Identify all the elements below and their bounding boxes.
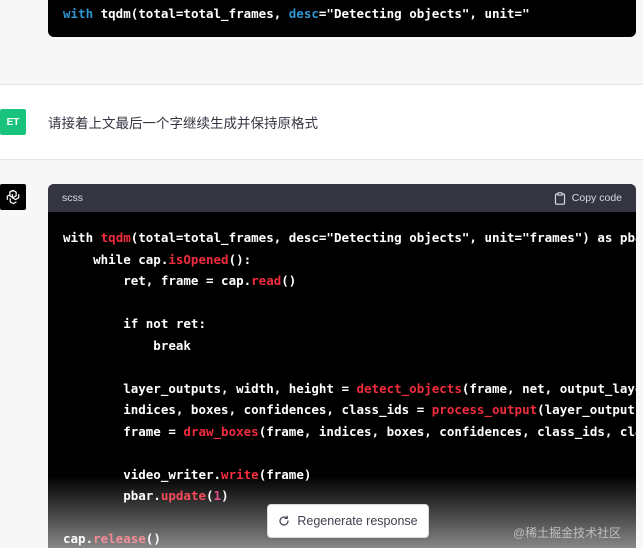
- code-text: tqdm(total=total_frames,: [93, 6, 289, 21]
- code-line: frame = draw_boxes(frame, indices, boxes…: [63, 421, 636, 443]
- code-token: if not ret:: [63, 316, 206, 331]
- code-token: ): [221, 488, 229, 503]
- code-block-header: scss Copy code: [48, 184, 636, 212]
- code-token: video_writer.: [63, 466, 222, 482]
- code-token: ret, frame = cap.: [63, 273, 252, 288]
- code-token: read: [251, 273, 282, 288]
- code-token: draw_boxes: [183, 423, 259, 439]
- code-token: (): [145, 531, 161, 546]
- code-line: video_writer.write(frame): [63, 464, 636, 486]
- watermark: @稀土掘金技术社区: [513, 526, 622, 540]
- openai-logo-icon: [0, 184, 26, 210]
- code-block: scss Copy code with tqdm(total=total_fra…: [48, 184, 636, 548]
- code-token: with: [63, 230, 101, 245]
- refresh-icon: [279, 515, 289, 526]
- code-token: pbar.: [63, 488, 161, 503]
- copy-code-label: Copy code: [571, 192, 622, 204]
- user-avatar: ET: [0, 109, 26, 135]
- code-line: with tqdm(total=total_frames, desc="Dete…: [63, 227, 636, 249]
- code-token: frame =: [63, 423, 184, 439]
- code-language-label: scss: [62, 192, 83, 204]
- code-token: 1: [213, 488, 222, 503]
- code-token: update: [160, 488, 206, 503]
- code-text: ="Detecting objects", unit=": [318, 6, 530, 21]
- code-content: with tqdm(total=total_frames, desc="Dete…: [48, 212, 636, 548]
- copy-code-button[interactable]: Copy code: [554, 191, 622, 205]
- clipboard-icon: [554, 191, 565, 205]
- code-keyword: with: [63, 6, 94, 21]
- code-token: (frame, indices, boxes, confidences, cla…: [258, 423, 636, 439]
- code-line: indices, boxes, confidences, class_ids =…: [63, 399, 636, 421]
- code-token: detect_objects: [356, 380, 462, 396]
- code-line: if not ret:: [63, 313, 636, 335]
- code-token: ():: [228, 251, 252, 267]
- code-token: (): [281, 273, 297, 288]
- assistant-message: scss Copy code with tqdm(total=total_fra…: [0, 160, 643, 548]
- code-line: while cap.isOpened():: [63, 249, 636, 271]
- code-token: indices, boxes, confidences, class_ids =: [63, 402, 432, 417]
- code-token: cap.: [63, 531, 94, 546]
- code-token: layer_outputs, width, height =: [63, 380, 357, 396]
- user-message-text: 请接着上文最后一个字继续生成并保持原格式: [48, 116, 318, 131]
- code-token: release: [93, 531, 146, 546]
- code-token: (total=total_frames, desc="Detecting obj…: [130, 230, 636, 245]
- regenerate-response-button[interactable]: Regenerate response: [267, 504, 429, 538]
- code-token: break: [63, 337, 191, 353]
- code-token: write: [221, 466, 259, 482]
- code-param: desc: [288, 6, 319, 21]
- code-token: while cap.: [63, 251, 169, 267]
- regenerate-response-label: Regenerate response: [297, 514, 418, 528]
- code-token: (layer_outputs, width, height): [537, 402, 636, 417]
- previous-assistant-message: with tqdm(total=total_frames, desc="Dete…: [0, 0, 643, 84]
- code-token: (frame): [258, 466, 312, 482]
- code-token: process_output: [431, 402, 538, 417]
- code-token: tqdm: [100, 230, 131, 245]
- previous-code-block: with tqdm(total=total_frames, desc="Dete…: [48, 0, 636, 37]
- code-token: (: [206, 488, 214, 503]
- code-token: isOpened: [168, 251, 229, 267]
- code-token: (frame, net, output_layers): [461, 380, 636, 396]
- code-line: break: [63, 335, 636, 357]
- code-line: ret, frame = cap.read(): [63, 270, 636, 292]
- user-message: ET 请接着上文最后一个字继续生成并保持原格式: [0, 84, 643, 160]
- code-line: layer_outputs, width, height = detect_ob…: [63, 378, 636, 400]
